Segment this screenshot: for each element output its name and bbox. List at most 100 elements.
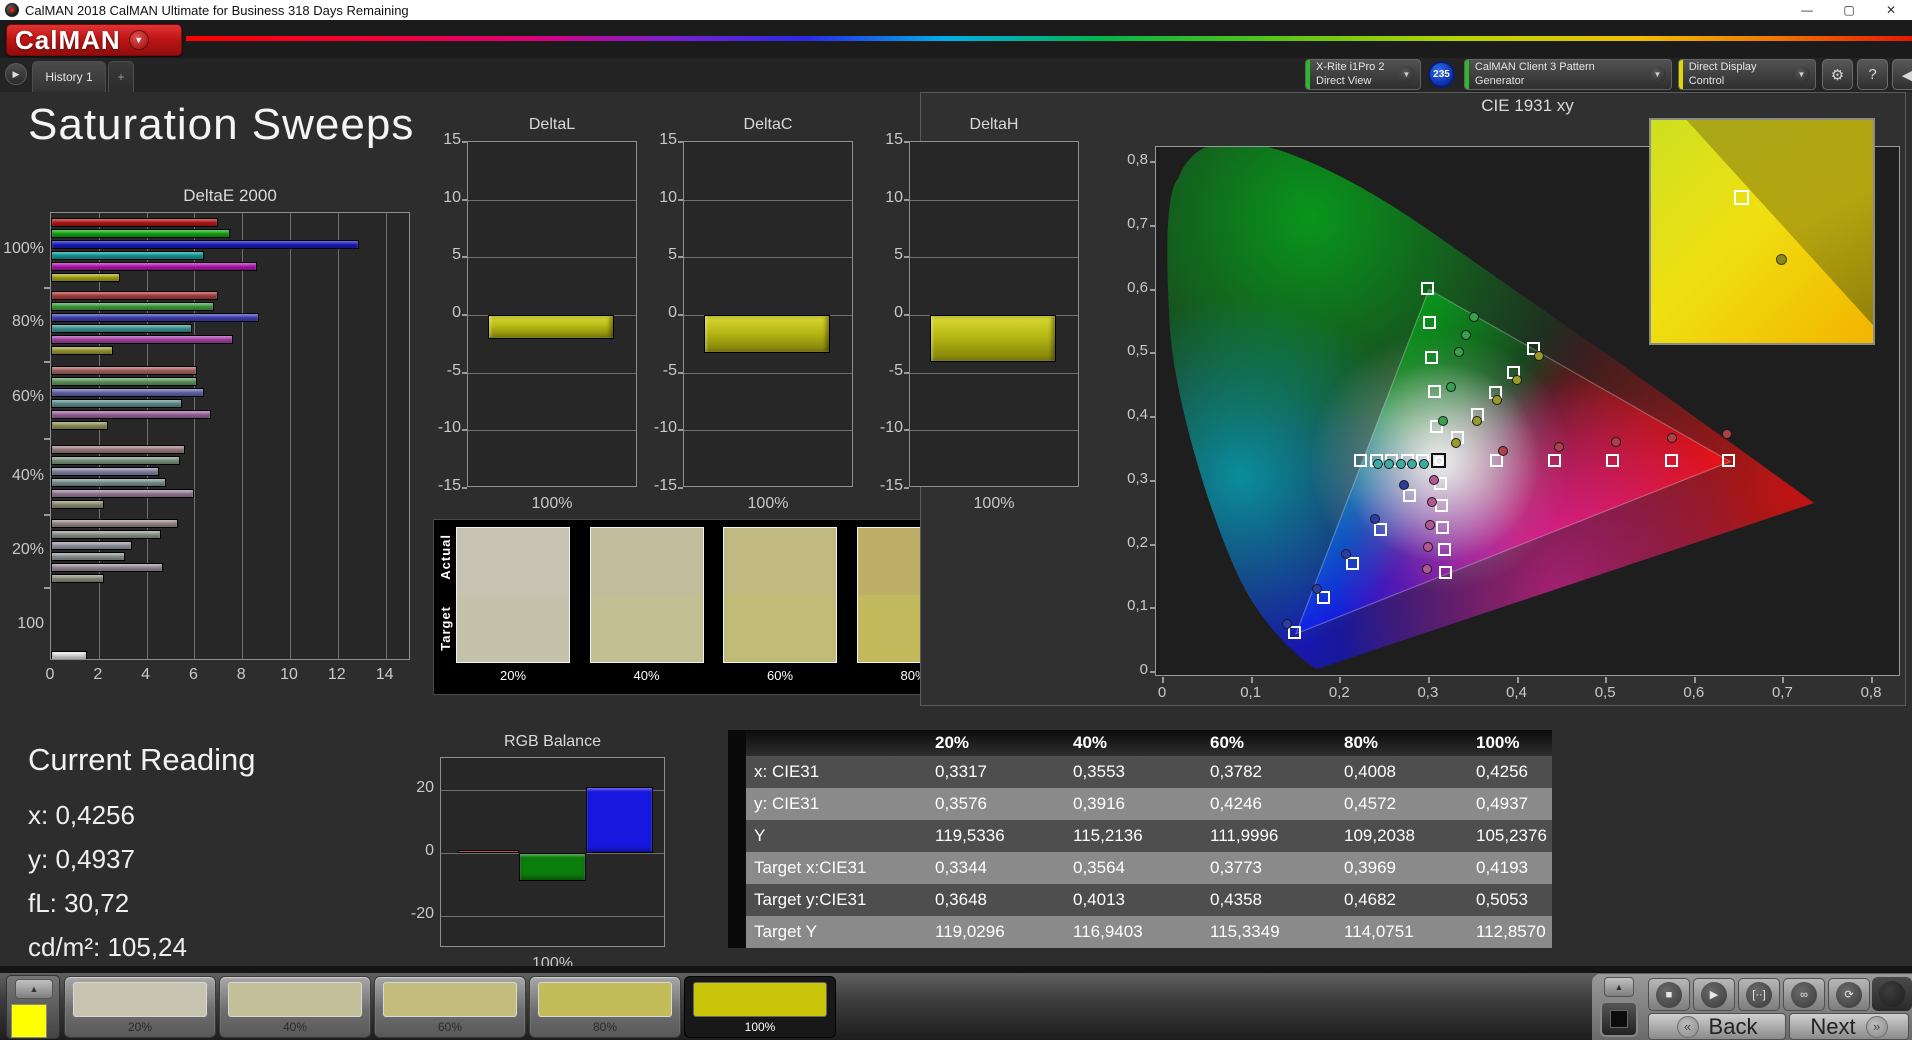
cie-measured-marker-magenta	[1425, 519, 1436, 530]
axis-tick	[1150, 416, 1156, 418]
expand-transport-button[interactable]: ▲	[1604, 977, 1634, 997]
deltae-bar-cyan	[51, 324, 192, 333]
deltah-plot	[909, 141, 1079, 487]
workspace: Saturation Sweeps Actual Target 20% 40% 60…	[0, 0, 1912, 1040]
target-color	[724, 595, 836, 662]
table-cell: 0,5053	[1476, 890, 1528, 909]
table-row-label: Target y:CIE31	[754, 890, 867, 909]
calman-window: CalMAN 2018 CalMAN Ultimate for Business…	[0, 0, 1912, 1040]
deltac-xlabel: 100%	[747, 495, 789, 512]
table-column-header: 80%	[1344, 733, 1379, 752]
table-cell: 116,9403	[1073, 922, 1143, 941]
compare-swatch	[589, 527, 704, 663]
axis-tick	[44, 360, 50, 363]
disabled-transport-slot	[1872, 977, 1912, 1011]
axis-tick	[44, 286, 50, 289]
axis-tick	[1150, 671, 1156, 673]
deltal-plot	[467, 141, 637, 487]
cie-xtick-label: 0	[1157, 684, 1167, 701]
pattern-swatch-button-20%[interactable]: 20%	[64, 976, 216, 1038]
stop-button[interactable]: ■	[1648, 978, 1690, 1011]
axis-tick	[462, 198, 467, 201]
deltae-bar-blue	[51, 467, 159, 476]
cie-xtick-label: 0,4	[1506, 684, 1527, 701]
gridline	[385, 213, 387, 659]
axis-tick	[1516, 677, 1519, 683]
cie-target-marker-green	[1427, 385, 1441, 399]
axis-tick	[462, 371, 467, 374]
deltae-chart-title: DeltaE 2000	[183, 186, 277, 205]
deltae-xtick-label: 0	[45, 666, 55, 683]
cie-target-marker-red	[1722, 453, 1736, 467]
chevron-double-right-icon: »	[1865, 1015, 1888, 1038]
deltae-bar-cyan	[51, 478, 166, 487]
table-cell: 0,3648	[935, 890, 987, 909]
deltah-chart-title: DeltaH	[969, 116, 1019, 133]
cie-measured-marker-red	[1610, 437, 1621, 448]
axis-tick	[1150, 288, 1156, 291]
actual-row-label: Actual	[438, 534, 453, 580]
play-button[interactable]: ▶	[1693, 978, 1735, 1011]
table-row: x: CIE31 0,3317 0,3553 0,3782 0,4008 0,4256	[746, 756, 1552, 788]
deltae-xtick-label: 4	[141, 666, 151, 683]
loop-button[interactable]: ∞	[1783, 978, 1825, 1011]
pattern-swatch-button-100%[interactable]: 100%	[684, 976, 836, 1038]
transport-dock: ▲ « Back Next » ■ ▶ [··] ∞ ⟳	[1592, 974, 1912, 1040]
stop-pattern-button[interactable]	[1600, 1001, 1638, 1037]
reading-line: x: 0,4256	[28, 800, 135, 830]
axis-tick	[678, 256, 683, 259]
cie-ytick-label: 0,4	[1127, 406, 1148, 423]
deltac-ytick-label: 0	[668, 304, 677, 321]
deltae-bar-red	[51, 366, 197, 375]
cie-measured-marker-blue	[1340, 549, 1351, 560]
table-row-label: Y	[754, 826, 766, 845]
pattern-swatch-button-40%[interactable]: 40%	[219, 976, 371, 1038]
refresh-button[interactable]: ⟳	[1828, 978, 1870, 1011]
deltae-xtick-label: 10	[280, 666, 298, 683]
pattern-swatch-color	[383, 982, 517, 1017]
reading-line: y: 0,4937	[28, 844, 135, 874]
reading-line: cd/m²: 105,24	[28, 932, 187, 962]
reading-line: fL: 30,72	[28, 888, 130, 918]
deltah-ytick-label: -5	[888, 361, 903, 379]
cie-target-marker-blue	[1345, 557, 1359, 571]
cie-measured-marker-magenta	[1421, 564, 1432, 575]
next-button[interactable]: Next »	[1789, 1013, 1909, 1040]
back-button[interactable]: « Back	[1648, 1013, 1786, 1040]
gridline	[910, 199, 1078, 201]
cie-inset-gamut-area	[1651, 120, 1873, 343]
axis-tick	[1150, 543, 1156, 546]
pattern-swatch-button-60%[interactable]: 60%	[374, 976, 526, 1038]
cie-measured-marker-yellow	[1512, 374, 1523, 385]
table-cell: 0,3782	[1210, 762, 1262, 781]
pattern-swatch-label: 60%	[437, 1020, 463, 1034]
cie-target-marker-red	[1490, 454, 1503, 468]
axis-tick	[462, 314, 467, 316]
deltae-bar-blue	[51, 240, 360, 249]
table-column-header: 60%	[1210, 733, 1245, 752]
compare-swatch-label: 40%	[633, 668, 660, 683]
pattern-swatch-label: 40%	[282, 1020, 308, 1034]
pattern-swatch-button-80%[interactable]: 80%	[529, 976, 681, 1038]
page-title: Saturation Sweeps	[28, 100, 415, 149]
deltac-plot	[683, 141, 853, 487]
expand-preview-button[interactable]: ▲	[15, 979, 53, 999]
cie-target-marker-red	[1548, 454, 1562, 468]
interval-button[interactable]: [··]	[1738, 978, 1780, 1011]
deltae-bar-magenta	[51, 489, 195, 498]
deltae-xtick-label: 2	[93, 666, 103, 683]
rgb-balance-plot	[440, 757, 665, 947]
deltae-xtick-label: 8	[236, 666, 246, 683]
table-row-label: x: CIE31	[754, 762, 820, 781]
table-cell: 0,4572	[1344, 794, 1396, 813]
deltac-bar	[704, 315, 830, 354]
target-color	[457, 595, 569, 662]
deltae-bar-yellow	[51, 421, 109, 430]
cie-measured-marker-red	[1554, 441, 1565, 452]
deltae-ytick-label: 40%	[11, 467, 44, 484]
pattern-preview-panel: ▲	[6, 975, 60, 1039]
table-column-header: 20%	[935, 733, 970, 752]
axis-tick	[678, 198, 683, 201]
deltah-ytick-label: -15	[879, 477, 903, 494]
bottom-bar: ▲ ▲ « Back Next » ■ ▶ [··] ∞ ⟳ 20% 40% 60% 80% 1…	[0, 973, 1912, 1040]
